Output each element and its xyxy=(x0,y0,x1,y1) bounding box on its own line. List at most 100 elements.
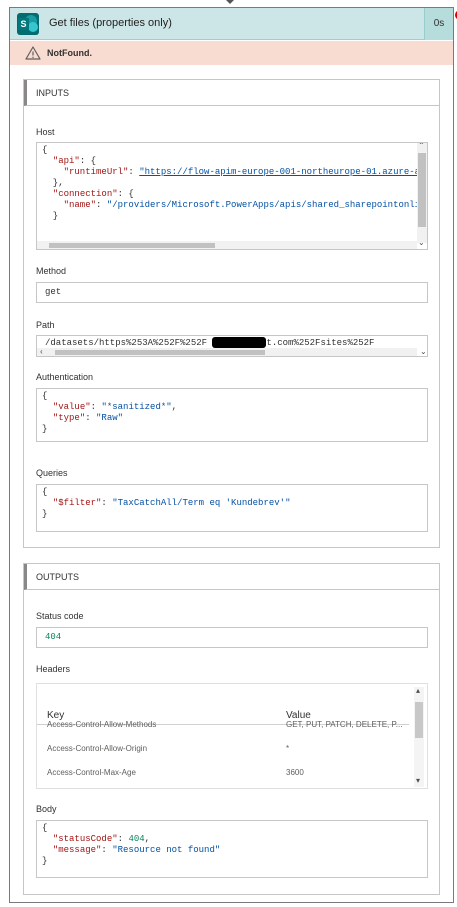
code-token: : xyxy=(90,402,102,412)
code-token: , xyxy=(171,402,178,412)
inputs-header[interactable]: INPUTS xyxy=(24,80,439,106)
path-hscroll-thumb[interactable] xyxy=(55,350,265,355)
table-row[interactable]: Access-Control-Allow-Origin * xyxy=(37,738,409,762)
code-token: : xyxy=(117,834,129,844)
code-token: "runtimeUrl" xyxy=(63,167,129,177)
code-token: : xyxy=(128,167,140,177)
code-token: "$filter" xyxy=(52,498,102,508)
host-hscroll-thumb[interactable] xyxy=(49,243,215,248)
path-label: Path xyxy=(36,320,55,330)
inputs-section: INPUTS Host { "api": { "runtimeUrl": "ht… xyxy=(23,79,440,548)
scroll-up-icon[interactable]: ⌃ xyxy=(418,143,425,151)
inputs-title: INPUTS xyxy=(36,88,70,98)
code-token: : xyxy=(85,413,97,423)
duration-label: 0s xyxy=(433,18,445,29)
host-vertical-scrollbar[interactable]: ⌃ xyxy=(417,143,427,243)
code-token: "connection" xyxy=(52,189,118,199)
headers-label: Headers xyxy=(36,664,71,674)
duration-box: 0s xyxy=(424,8,453,40)
method-value: get xyxy=(45,287,62,297)
action-header[interactable]: S Get files (properties only) 0s xyxy=(10,8,453,40)
error-banner: NotFound. xyxy=(10,41,453,65)
outputs-section: OUTPUTS Status code 404 Headers Key Valu… xyxy=(23,563,440,895)
scroll-up-icon[interactable]: ▴ xyxy=(416,687,420,695)
method-field[interactable]: get xyxy=(36,282,428,303)
code-token: "Raw" xyxy=(96,413,124,423)
panel-notch xyxy=(226,0,234,4)
header-value: GET, PUT, PATCH, DELETE, P... xyxy=(286,720,403,729)
header-key: Access-Control-Allow-Methods xyxy=(47,720,157,729)
warning-icon xyxy=(25,46,41,60)
error-message: NotFound. xyxy=(47,48,92,58)
queries-field[interactable]: { "$filter": "TaxCatchAll/Term eq 'Kunde… xyxy=(36,484,428,532)
headers-table: Key Value Access-Control-Allow-Methods G… xyxy=(36,683,428,789)
host-scroll-thumb[interactable] xyxy=(418,153,426,227)
status-code-field[interactable]: 404 xyxy=(36,627,428,648)
code-token: : xyxy=(101,498,113,508)
header-key: Access-Control-Max-Age xyxy=(47,768,136,777)
headers-vertical-scrollbar[interactable]: ▴ ▾ xyxy=(414,687,424,787)
scroll-down-icon[interactable]: ⌄ xyxy=(418,240,425,248)
path-value: /datasets/https%253A%252F%252F .sharepoi… xyxy=(45,338,375,348)
code-token: "name" xyxy=(63,200,97,210)
authentication-field[interactable]: { "value": "*sanitized*", "type": "Raw" … xyxy=(36,388,428,442)
code-token: : xyxy=(96,200,107,210)
sharepoint-icon: S xyxy=(17,13,39,35)
header-key: Access-Control-Allow-Origin xyxy=(47,744,148,753)
code-token: { xyxy=(42,391,48,401)
headers-scroll-thumb[interactable] xyxy=(415,702,423,738)
code-token: { xyxy=(42,145,48,155)
redaction-mark xyxy=(212,337,266,348)
code-token: }, xyxy=(42,178,64,188)
code-token: "Resource not found" xyxy=(112,845,221,855)
code-token: } xyxy=(42,509,48,519)
code-token: "https://flow-apim-europe-001-northeurop… xyxy=(139,167,427,177)
code-token: } xyxy=(42,424,48,434)
outputs-header[interactable]: OUTPUTS xyxy=(24,564,439,590)
action-title: Get files (properties only) xyxy=(49,17,172,29)
table-row[interactable]: Access-Control-Allow-Methods GET, PUT, P… xyxy=(37,714,409,738)
queries-label: Queries xyxy=(36,468,68,478)
scroll-down-icon[interactable]: ⌄ xyxy=(420,349,427,357)
body-field[interactable]: { "statusCode": 404, "message": "Resourc… xyxy=(36,820,428,878)
code-token: "TaxCatchAll/Term eq 'Kundebrev'" xyxy=(112,498,291,508)
code-token: 404 xyxy=(128,834,145,844)
authentication-label: Authentication xyxy=(36,372,94,382)
code-token: } xyxy=(42,211,59,221)
sharepoint-icon-letter: S xyxy=(18,18,29,30)
code-token: , xyxy=(144,834,151,844)
host-field[interactable]: { "api": { "runtimeUrl": "https://flow-a… xyxy=(36,142,428,250)
header-value: * xyxy=(286,744,290,753)
host-code: { "api": { "runtimeUrl": "https://flow-a… xyxy=(42,145,427,222)
status-code-value: 404 xyxy=(45,632,62,642)
host-label: Host xyxy=(36,127,55,137)
status-code-label: Status code xyxy=(36,611,84,621)
code-token: "api" xyxy=(52,156,80,166)
code-token: "message" xyxy=(52,845,102,855)
scroll-down-icon[interactable]: ▾ xyxy=(416,777,420,785)
host-horizontal-scrollbar[interactable] xyxy=(37,241,417,249)
queries-code: { "$filter": "TaxCatchAll/Term eq 'Kunde… xyxy=(42,487,290,520)
code-token: { xyxy=(42,487,48,497)
code-token: "statusCode" xyxy=(52,834,118,844)
code-token: "/providers/Microsoft.PowerApps/apis/sha… xyxy=(106,200,427,210)
scroll-left-icon[interactable]: ‹ xyxy=(39,349,44,357)
code-token: : xyxy=(101,845,113,855)
table-row[interactable]: Access-Control-Max-Age 3600 xyxy=(37,762,409,786)
code-token: : { xyxy=(117,189,134,199)
code-token: } xyxy=(42,856,48,866)
code-token: "*sanitized*" xyxy=(101,402,172,412)
path-horizontal-scrollbar[interactable] xyxy=(37,348,417,356)
code-token: "type" xyxy=(52,413,86,423)
path-field[interactable]: /datasets/https%253A%252F%252F .sharepoi… xyxy=(36,335,428,357)
code-token: { xyxy=(42,823,48,833)
code-token: : { xyxy=(79,156,97,166)
